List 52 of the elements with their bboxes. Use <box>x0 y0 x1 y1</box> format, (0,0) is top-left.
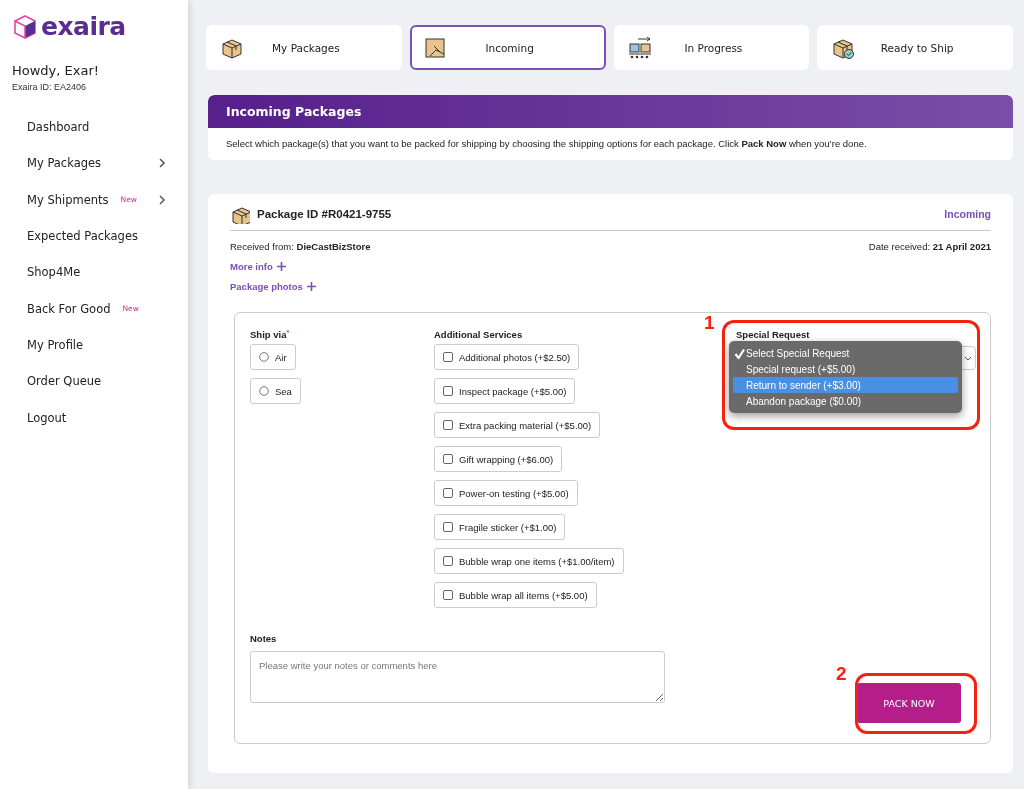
annotation-number: 2 <box>836 663 847 685</box>
field-label: Notes <box>250 633 278 644</box>
logo-text: exaira <box>41 12 126 41</box>
sidebar-item[interactable]: Back For Good <box>27 301 111 316</box>
panel-header: Incoming Packages <box>208 95 1013 128</box>
sidebar-item[interactable]: Shop4Me <box>27 265 81 280</box>
chevron-right-icon <box>158 158 166 169</box>
sidebar-item[interactable]: My Packages <box>27 156 102 171</box>
sidebar-item[interactable]: Logout <box>27 410 67 425</box>
received-from: Received from: DieCastBizStore <box>230 241 371 252</box>
sidebar-item[interactable]: Order Queue <box>27 374 102 389</box>
instructions-text: Select which package(s) that you want to be packed for shipping by choosing the shipping options for each package. Click Pack Now when you’re done. <box>225 137 868 151</box>
sidebar-item[interactable]: Dashboard <box>27 120 90 135</box>
sidebar-item[interactable]: Expected Packages <box>27 229 138 244</box>
annotation-number: 1 <box>704 312 715 334</box>
checkbox-option[interactable]: Gift wrapping (+$6.00) <box>434 446 563 472</box>
dropdown-option[interactable]: Special request (+$5.00) <box>733 361 958 377</box>
package-title: Package ID #R0421-9755 <box>257 208 392 220</box>
checkbox-option[interactable]: Power-on testing (+$5.00) <box>434 480 578 506</box>
checkbox-option[interactable]: Inspect package (+$5.00) <box>434 378 576 404</box>
dropdown-option[interactable]: Select Special Request <box>733 345 958 361</box>
pack-now-button[interactable]: PACK NOW <box>857 683 961 723</box>
radio-option[interactable]: Sea <box>250 378 301 404</box>
conveyor-icon <box>627 35 652 60</box>
checkmark-icon <box>734 347 745 359</box>
tab[interactable]: Ready to Ship <box>817 25 1013 70</box>
expand-link[interactable]: More info <box>230 261 273 272</box>
cube-logo-icon <box>12 13 38 40</box>
radio-option[interactable]: Air <box>250 344 296 370</box>
plus-icon <box>276 262 286 271</box>
greeting: Howdy, Exar! <box>12 63 100 78</box>
tab[interactable]: Incoming <box>409 25 606 70</box>
checkbox-option[interactable]: Bubble wrap one items (+$1.00/item) <box>434 548 624 574</box>
dropdown-option[interactable]: Abandon package ($0.00) <box>733 393 958 409</box>
checkbox-option[interactable]: Extra packing material (+$5.00) <box>434 412 601 438</box>
notes-field[interactable]: Please write your notes or comments here <box>250 651 665 703</box>
checkbox-option[interactable]: Bubble wrap all items (+$5.00) <box>434 582 597 608</box>
date-received: Date received: 21 April 2021 <box>868 241 991 252</box>
sidebar-item[interactable]: My Shipments <box>27 192 109 207</box>
user-id: Exaira ID: EA2406 <box>12 82 88 92</box>
field-label: Special Request <box>736 329 811 340</box>
field-label: Additional Services <box>434 329 523 340</box>
sidebar-item[interactable]: My Profile <box>27 337 84 352</box>
plus-icon <box>306 282 316 291</box>
chevron-down-icon <box>964 355 972 361</box>
checkbox-option[interactable]: Additional photos (+$2.50) <box>434 344 580 370</box>
tab[interactable]: My Packages <box>206 25 402 70</box>
chevron-right-icon <box>158 194 166 205</box>
checkbox-option[interactable]: Fragile sticker (+$1.00) <box>434 514 566 540</box>
tab[interactable]: In Progress <box>613 25 810 70</box>
status-label: Incoming <box>944 208 991 220</box>
expand-link[interactable]: Package photos <box>230 281 303 292</box>
